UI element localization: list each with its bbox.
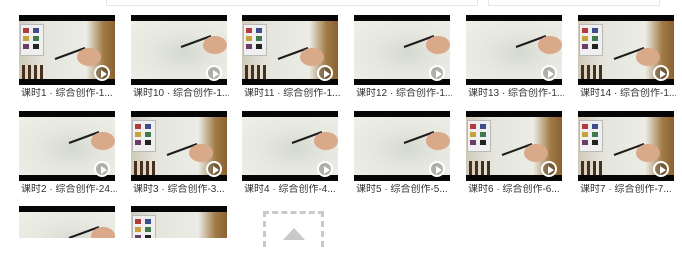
video-item[interactable]: 课时2 · 综合创作-24... [19, 111, 117, 198]
video-item[interactable]: 课时4 · 综合创作-4... [242, 111, 338, 198]
play-icon[interactable] [317, 65, 333, 81]
video-item[interactable]: 课时13 · 综合创作-1... [466, 15, 564, 102]
hand-with-brush [131, 212, 227, 238]
play-icon[interactable] [206, 65, 222, 81]
video-title: 课时5 · 综合创作-5... [356, 184, 448, 195]
toolbar-search-edge [106, 0, 478, 6]
video-title: 课时14 · 综合创作-1... [580, 88, 676, 99]
video-thumbnail[interactable] [578, 15, 674, 85]
video-thumbnail[interactable] [466, 15, 562, 85]
video-title: 课时2 · 综合创作-24... [21, 184, 117, 195]
play-icon[interactable] [653, 65, 669, 81]
video-item[interactable] [19, 206, 115, 238]
video-thumbnail[interactable] [19, 206, 115, 238]
upload-button[interactable] [263, 211, 324, 247]
top-toolbar-edge [0, 0, 682, 6]
video-thumbnail[interactable] [242, 15, 338, 85]
painting-scene [131, 212, 227, 238]
video-title: 课时1 · 综合创作-1... [21, 88, 113, 99]
play-icon[interactable] [429, 161, 445, 177]
video-thumbnail[interactable] [131, 111, 227, 181]
video-item[interactable]: 课时1 · 综合创作-1... [19, 15, 115, 102]
toolbar-sort-edge [488, 0, 660, 6]
video-item[interactable]: 课时6 · 综合创作-6... [466, 111, 562, 198]
video-item[interactable]: 课时12 · 综合创作-1... [354, 15, 452, 102]
play-icon[interactable] [653, 161, 669, 177]
video-title: 课时12 · 综合创作-1... [356, 88, 452, 99]
video-title: 课时3 · 综合创作-3... [133, 184, 225, 195]
video-item[interactable]: 课时14 · 综合创作-1... [578, 15, 676, 102]
video-thumbnail[interactable] [578, 111, 674, 181]
video-thumbnail[interactable] [131, 206, 227, 238]
play-icon[interactable] [94, 65, 110, 81]
video-item[interactable]: 课时7 · 综合创作-7... [578, 111, 674, 198]
video-thumbnail[interactable] [354, 15, 450, 85]
video-title: 课时11 · 综合创作-1... [244, 88, 340, 99]
video-item[interactable]: 课时10 · 综合创作-1... [131, 15, 229, 102]
video-title: 课时7 · 综合创作-7... [580, 184, 672, 195]
video-title: 课时13 · 综合创作-1... [468, 88, 564, 99]
video-title: 课时4 · 综合创作-4... [244, 184, 336, 195]
play-icon[interactable] [206, 161, 222, 177]
upload-arrow-icon [283, 228, 305, 240]
play-icon[interactable] [94, 161, 110, 177]
play-icon[interactable] [429, 65, 445, 81]
video-thumbnail[interactable] [19, 15, 115, 85]
play-icon[interactable] [541, 65, 557, 81]
video-thumbnail[interactable] [354, 111, 450, 181]
video-thumbnail[interactable] [242, 111, 338, 181]
video-item[interactable]: 课时3 · 综合创作-3... [131, 111, 227, 198]
video-thumbnail[interactable] [466, 111, 562, 181]
play-icon[interactable] [317, 161, 333, 177]
video-thumbnail[interactable] [19, 111, 115, 181]
video-item[interactable]: 课时11 · 综合创作-1... [242, 15, 340, 102]
video-item[interactable] [131, 206, 227, 238]
play-icon[interactable] [541, 161, 557, 177]
hand-with-brush [68, 226, 115, 238]
video-item[interactable]: 课时5 · 综合创作-5... [354, 111, 450, 198]
video-thumbnail[interactable] [131, 15, 227, 85]
video-title: 课时6 · 综合创作-6... [468, 184, 560, 195]
painting-scene [19, 212, 115, 238]
video-title: 课时10 · 综合创作-1... [133, 88, 229, 99]
